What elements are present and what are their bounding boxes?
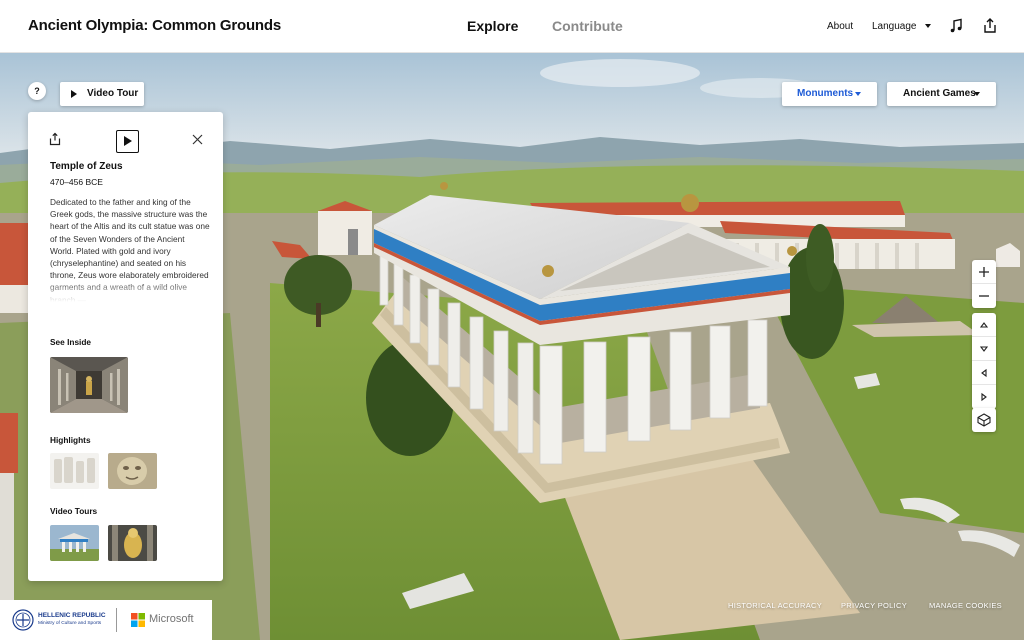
video-tour-label: Video Tour — [87, 88, 139, 99]
video-tour-thumbnail[interactable] — [50, 525, 99, 561]
tab-contribute[interactable]: Contribute — [552, 18, 623, 34]
pan-right-button[interactable] — [972, 385, 996, 409]
play-icon — [71, 90, 77, 98]
description-fade — [50, 280, 210, 302]
monument-info-panel: Temple of Zeus 470–456 BCE Dedicated to … — [28, 112, 223, 581]
highlight-thumbnail[interactable] — [108, 453, 157, 489]
view-mode-control — [972, 408, 996, 432]
play-icon — [124, 136, 132, 146]
ancient-games-label: Ancient Games — [903, 88, 976, 99]
view-mode-button[interactable] — [972, 408, 996, 432]
chevron-down-icon — [855, 92, 861, 96]
language-label: Language — [872, 21, 917, 32]
pan-down-button[interactable] — [972, 337, 996, 361]
monument-description-container[interactable]: Dedicated to the father and king of the … — [50, 196, 210, 302]
language-dropdown[interactable]: Language — [872, 21, 931, 32]
chevron-down-icon — [974, 92, 980, 96]
historical-accuracy-link[interactable]: HISTORICAL ACCURACY — [728, 601, 822, 610]
pan-up-button[interactable] — [972, 313, 996, 337]
partner-logos: HELLENIC REPUBLIC Ministry of Culture an… — [0, 600, 212, 640]
monument-title: Temple of Zeus — [50, 161, 123, 172]
close-icon[interactable] — [192, 134, 203, 145]
top-header: Ancient Olympia: Common Grounds Explore … — [0, 0, 1024, 53]
monuments-label: Monuments — [797, 88, 854, 99]
monument-dates: 470–456 BCE — [50, 177, 103, 187]
privacy-policy-link[interactable]: PRIVACY POLICY — [841, 601, 907, 610]
monuments-dropdown[interactable]: Monuments — [782, 82, 877, 106]
ancient-games-dropdown[interactable]: Ancient Games — [887, 82, 996, 106]
highlight-thumbnail[interactable] — [50, 453, 99, 489]
manage-cookies-link[interactable]: MANAGE COOKIES — [929, 601, 1002, 610]
arrow-up-icon — [979, 322, 989, 328]
minus-icon — [979, 295, 989, 297]
tab-explore[interactable]: Explore — [467, 18, 518, 34]
see-inside-thumbnail[interactable] — [50, 357, 128, 413]
pan-controls — [972, 313, 996, 409]
zoom-out-button[interactable] — [972, 284, 996, 308]
arrow-down-icon — [979, 346, 989, 352]
share-icon[interactable] — [48, 132, 62, 146]
cube-view-icon — [977, 413, 991, 427]
video-tour-thumbnail[interactable] — [108, 525, 157, 561]
arrow-left-icon — [981, 368, 987, 378]
hellenic-republic-emblem-icon — [12, 609, 34, 631]
play-video-button[interactable] — [116, 130, 139, 153]
gov-name: HELLENIC REPUBLIC — [38, 612, 106, 619]
plus-icon — [979, 267, 989, 277]
app-title[interactable]: Ancient Olympia: Common Grounds — [28, 17, 281, 34]
see-inside-heading: See Inside — [50, 337, 92, 347]
share-icon[interactable] — [980, 16, 1000, 36]
arrow-right-icon — [981, 392, 987, 402]
music-note-icon[interactable] — [946, 16, 966, 36]
microsoft-logo-icon — [131, 613, 145, 627]
chevron-down-icon — [924, 24, 931, 29]
zoom-controls — [972, 260, 996, 308]
logo-divider — [116, 608, 117, 632]
zoom-in-button[interactable] — [972, 260, 996, 284]
help-button[interactable]: ? — [28, 82, 46, 100]
highlights-heading: Highlights — [50, 435, 91, 445]
pan-left-button[interactable] — [972, 361, 996, 385]
about-link[interactable]: About — [827, 21, 853, 32]
video-tour-button[interactable]: Video Tour — [60, 82, 144, 106]
video-tours-heading: Video Tours — [50, 506, 98, 516]
microsoft-wordmark: Microsoft — [149, 613, 194, 625]
gov-ministry: Ministry of Culture and Sports — [38, 621, 102, 626]
